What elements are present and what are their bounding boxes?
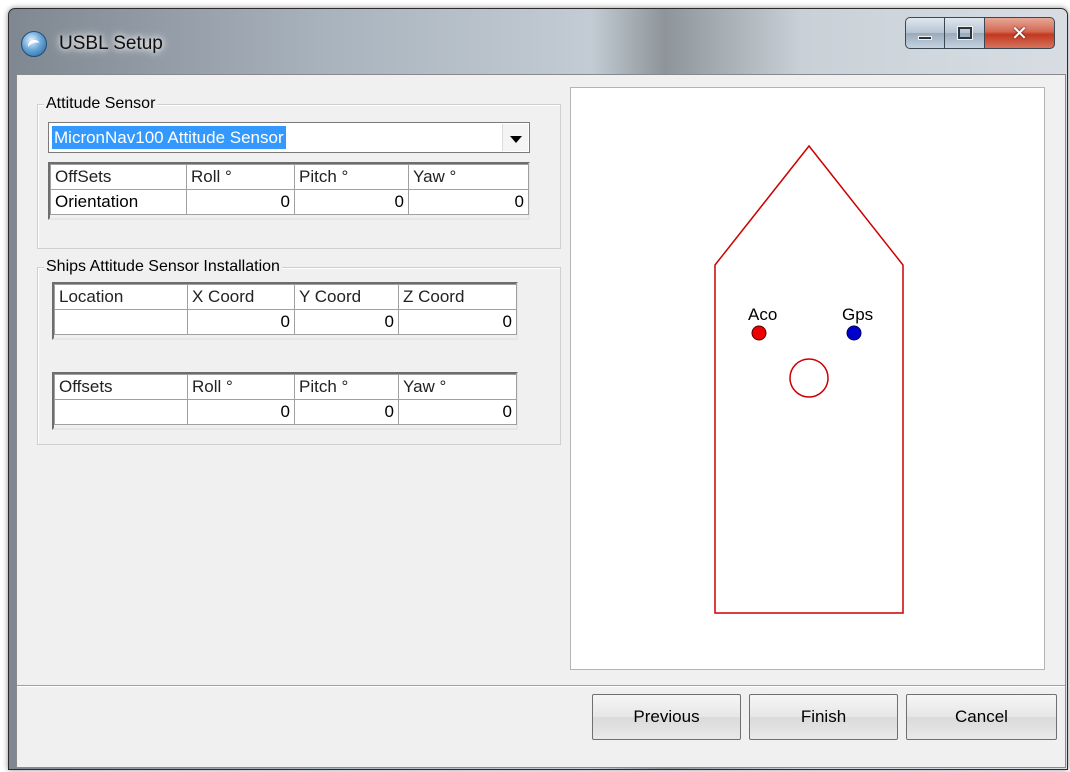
attitude-sensor-group-label: Attitude Sensor	[44, 94, 158, 114]
minimize-icon	[918, 36, 932, 40]
caption-buttons: ✕	[905, 17, 1055, 51]
attitude-sensor-group: Attitude Sensor MicronNav100 Attitude Se…	[37, 94, 561, 249]
table-header-row: Location X Coord Y Coord Z Coord	[54, 284, 517, 310]
column-header-z-coord: Z Coord	[398, 284, 517, 310]
maximize-icon	[957, 27, 972, 39]
table-row: Orientation 0 0 0	[50, 189, 529, 215]
column-header-pitch: Pitch °	[294, 164, 409, 190]
dialog-client-area: Attitude Sensor MicronNav100 Attitude Se…	[16, 74, 1066, 768]
cancel-button[interactable]: Cancel	[906, 694, 1057, 740]
table-header-row: Offsets Roll ° Pitch ° Yaw °	[54, 374, 517, 400]
location-y-cell[interactable]: 0	[294, 309, 399, 335]
column-header-offsets: OffSets	[50, 164, 187, 190]
table-row: 0 0 0	[54, 399, 517, 425]
ships-attitude-sensor-installation-group: Ships Attitude Sensor Installation Locat…	[37, 257, 561, 445]
table-row: 0 0 0	[54, 309, 517, 335]
installation-group-label: Ships Attitude Sensor Installation	[44, 257, 282, 277]
install-pitch-cell[interactable]: 0	[294, 399, 399, 425]
column-header-roll: Roll °	[187, 374, 295, 400]
column-header-yaw: Yaw °	[398, 374, 517, 400]
location-coords-grid: Location X Coord Y Coord Z Coord 0 0 0	[54, 284, 517, 335]
gps-label: Gps	[842, 305, 873, 324]
install-offsets-label-cell[interactable]	[54, 399, 188, 425]
row-label-orientation: Orientation	[50, 189, 187, 215]
location-label-cell[interactable]	[54, 309, 188, 335]
column-header-offsets: Offsets	[54, 374, 188, 400]
minimize-button[interactable]	[905, 17, 945, 49]
orientation-pitch-cell[interactable]: 0	[294, 189, 409, 215]
aco-marker-icon[interactable]	[751, 325, 767, 341]
window-title: USBL Setup	[59, 33, 163, 54]
orientation-offsets-grid: OffSets Roll ° Pitch ° Yaw ° Orientation…	[50, 164, 529, 215]
attitude-sensor-selected-value: MicronNav100 Attitude Sensor	[52, 126, 286, 149]
previous-button[interactable]: Previous	[592, 694, 741, 740]
gps-marker-icon[interactable]	[846, 325, 862, 341]
column-header-location: Location	[54, 284, 188, 310]
attitude-sensor-select[interactable]: MicronNav100 Attitude Sensor	[48, 122, 530, 153]
close-icon: ✕	[1011, 21, 1028, 45]
aco-label: Aco	[748, 305, 777, 324]
location-x-cell[interactable]: 0	[187, 309, 295, 335]
install-yaw-cell[interactable]: 0	[398, 399, 517, 425]
close-button[interactable]: ✕	[985, 17, 1055, 49]
column-header-yaw: Yaw °	[408, 164, 529, 190]
orientation-yaw-cell[interactable]: 0	[408, 189, 529, 215]
maximize-button[interactable]	[945, 17, 985, 49]
finish-button[interactable]: Finish	[749, 694, 898, 740]
location-z-cell[interactable]: 0	[398, 309, 517, 335]
attitude-sensor-dropdown-button[interactable]	[502, 124, 528, 151]
column-header-x-coord: X Coord	[187, 284, 295, 310]
ship-diagram: Aco Gps	[714, 144, 904, 614]
chevron-down-icon	[509, 135, 522, 143]
button-bar-separator	[17, 685, 1065, 687]
orientation-roll-cell[interactable]: 0	[186, 189, 295, 215]
column-header-y-coord: Y Coord	[294, 284, 399, 310]
title-bar[interactable]: USBL Setup ✕	[9, 9, 1067, 83]
table-header-row: OffSets Roll ° Pitch ° Yaw °	[50, 164, 529, 190]
ship-diagram-panel[interactable]: Aco Gps	[570, 87, 1045, 670]
column-header-pitch: Pitch °	[294, 374, 399, 400]
sensor-ring-icon	[789, 358, 829, 398]
install-roll-cell[interactable]: 0	[187, 399, 295, 425]
ship-hull-outline	[714, 144, 904, 614]
usbl-app-icon[interactable]	[21, 31, 47, 57]
column-header-roll: Roll °	[186, 164, 295, 190]
installation-offsets-grid: Offsets Roll ° Pitch ° Yaw ° 0 0 0	[54, 374, 517, 425]
